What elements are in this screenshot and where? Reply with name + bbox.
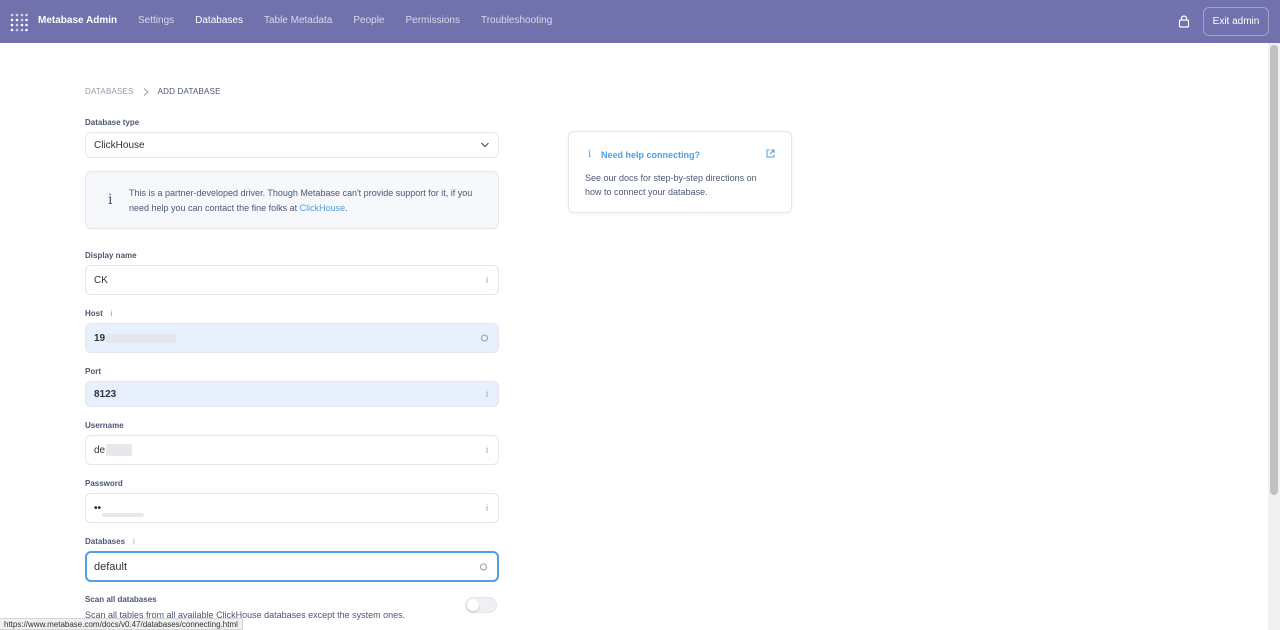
port-value: 8123: [94, 388, 117, 400]
username-label: Username: [85, 421, 124, 430]
username-input[interactable]: de i: [85, 435, 499, 465]
nav-table-metadata[interactable]: Table Metadata: [264, 15, 332, 26]
scan-all-databases-toggle[interactable]: [465, 597, 497, 613]
info-icon[interactable]: i: [486, 389, 488, 399]
help-description: See our docs for step-by-step directions…: [585, 173, 757, 197]
nav-people[interactable]: People: [353, 15, 384, 26]
nav-databases[interactable]: Databases: [195, 15, 243, 26]
help-title[interactable]: Need help connecting?: [601, 150, 700, 160]
username-label-text: Username: [85, 421, 124, 430]
username-value: de: [94, 444, 106, 456]
databases-input[interactable]: default: [85, 551, 499, 582]
host-label-text: Host: [85, 309, 103, 318]
nav-settings[interactable]: Settings: [138, 15, 174, 26]
info-icon[interactable]: i: [486, 275, 488, 285]
redacted-username: [106, 444, 133, 456]
port-label: Port: [85, 367, 101, 376]
database-type-select[interactable]: ClickHouse: [85, 132, 499, 158]
databases-label: Databases i: [85, 537, 135, 546]
host-input[interactable]: 19: [85, 323, 499, 353]
display-name-value: CK: [94, 274, 108, 286]
help-connecting-card[interactable]: i Need help connecting? See our docs for…: [568, 131, 792, 213]
info-icon: i: [108, 192, 113, 208]
display-name-label: Display name: [85, 251, 137, 260]
password-manager-icon[interactable]: [481, 334, 488, 342]
scrollbar-thumb[interactable]: [1270, 45, 1278, 495]
page-scrollbar[interactable]: [1268, 43, 1280, 630]
databases-label-text: Databases: [85, 537, 126, 546]
port-label-text: Port: [85, 367, 101, 376]
brand-title: Metabase Admin: [38, 15, 118, 26]
toggle-knob: [467, 599, 479, 611]
nav-troubleshooting[interactable]: Troubleshooting: [481, 15, 552, 26]
host-label: Host i: [85, 309, 113, 318]
databases-value: default: [94, 560, 128, 573]
external-link-icon[interactable]: [766, 149, 775, 158]
display-name-input[interactable]: CK i: [85, 265, 499, 295]
scan-all-databases-label: Scan all databases: [85, 595, 157, 604]
store-bag-icon[interactable]: [1178, 15, 1190, 28]
databases-info-icon[interactable]: i: [133, 537, 135, 546]
breadcrumb: DATABASES ADD DATABASE: [85, 87, 221, 96]
password-label-text: Password: [85, 479, 123, 488]
clickhouse-link[interactable]: ClickHouse: [300, 203, 346, 213]
admin-navbar: Metabase Admin Settings Databases Table …: [0, 0, 1280, 43]
nav-permissions[interactable]: Permissions: [405, 15, 459, 26]
host-info-icon[interactable]: i: [111, 309, 113, 318]
partner-driver-notice: i This is a partner-developed driver. Th…: [85, 171, 499, 229]
admin-nav-links: Settings Databases Table Metadata People…: [138, 15, 573, 26]
database-type-value: ClickHouse: [94, 139, 145, 151]
port-input[interactable]: 8123 i: [85, 381, 499, 407]
notice-suffix: .: [345, 203, 348, 213]
exit-admin-button[interactable]: Exit admin: [1203, 7, 1269, 36]
host-value: 19: [94, 332, 106, 344]
database-type-label-text: Database type: [85, 118, 140, 127]
breadcrumb-add-database: ADD DATABASE: [157, 87, 221, 96]
redacted-host: [106, 333, 177, 343]
info-icon[interactable]: i: [486, 445, 488, 455]
breadcrumb-databases[interactable]: DATABASES: [85, 87, 134, 96]
chevron-right-icon: [143, 87, 149, 96]
info-icon: i: [588, 149, 592, 160]
info-icon[interactable]: i: [486, 503, 488, 513]
browser-status-url: https://www.metabase.com/docs/v0.47/data…: [0, 618, 243, 630]
password-value: ••: [94, 502, 102, 514]
chevron-down-icon: [481, 142, 489, 148]
metabase-logo-icon[interactable]: [10, 12, 28, 32]
password-manager-icon[interactable]: [480, 563, 487, 570]
display-name-label-text: Display name: [85, 251, 137, 260]
password-label: Password: [85, 479, 123, 488]
password-input[interactable]: •• i: [85, 493, 499, 523]
redacted-password: [102, 513, 145, 517]
partner-driver-notice-text: This is a partner-developed driver. Thou…: [129, 186, 489, 216]
database-type-label: Database type: [85, 118, 139, 127]
